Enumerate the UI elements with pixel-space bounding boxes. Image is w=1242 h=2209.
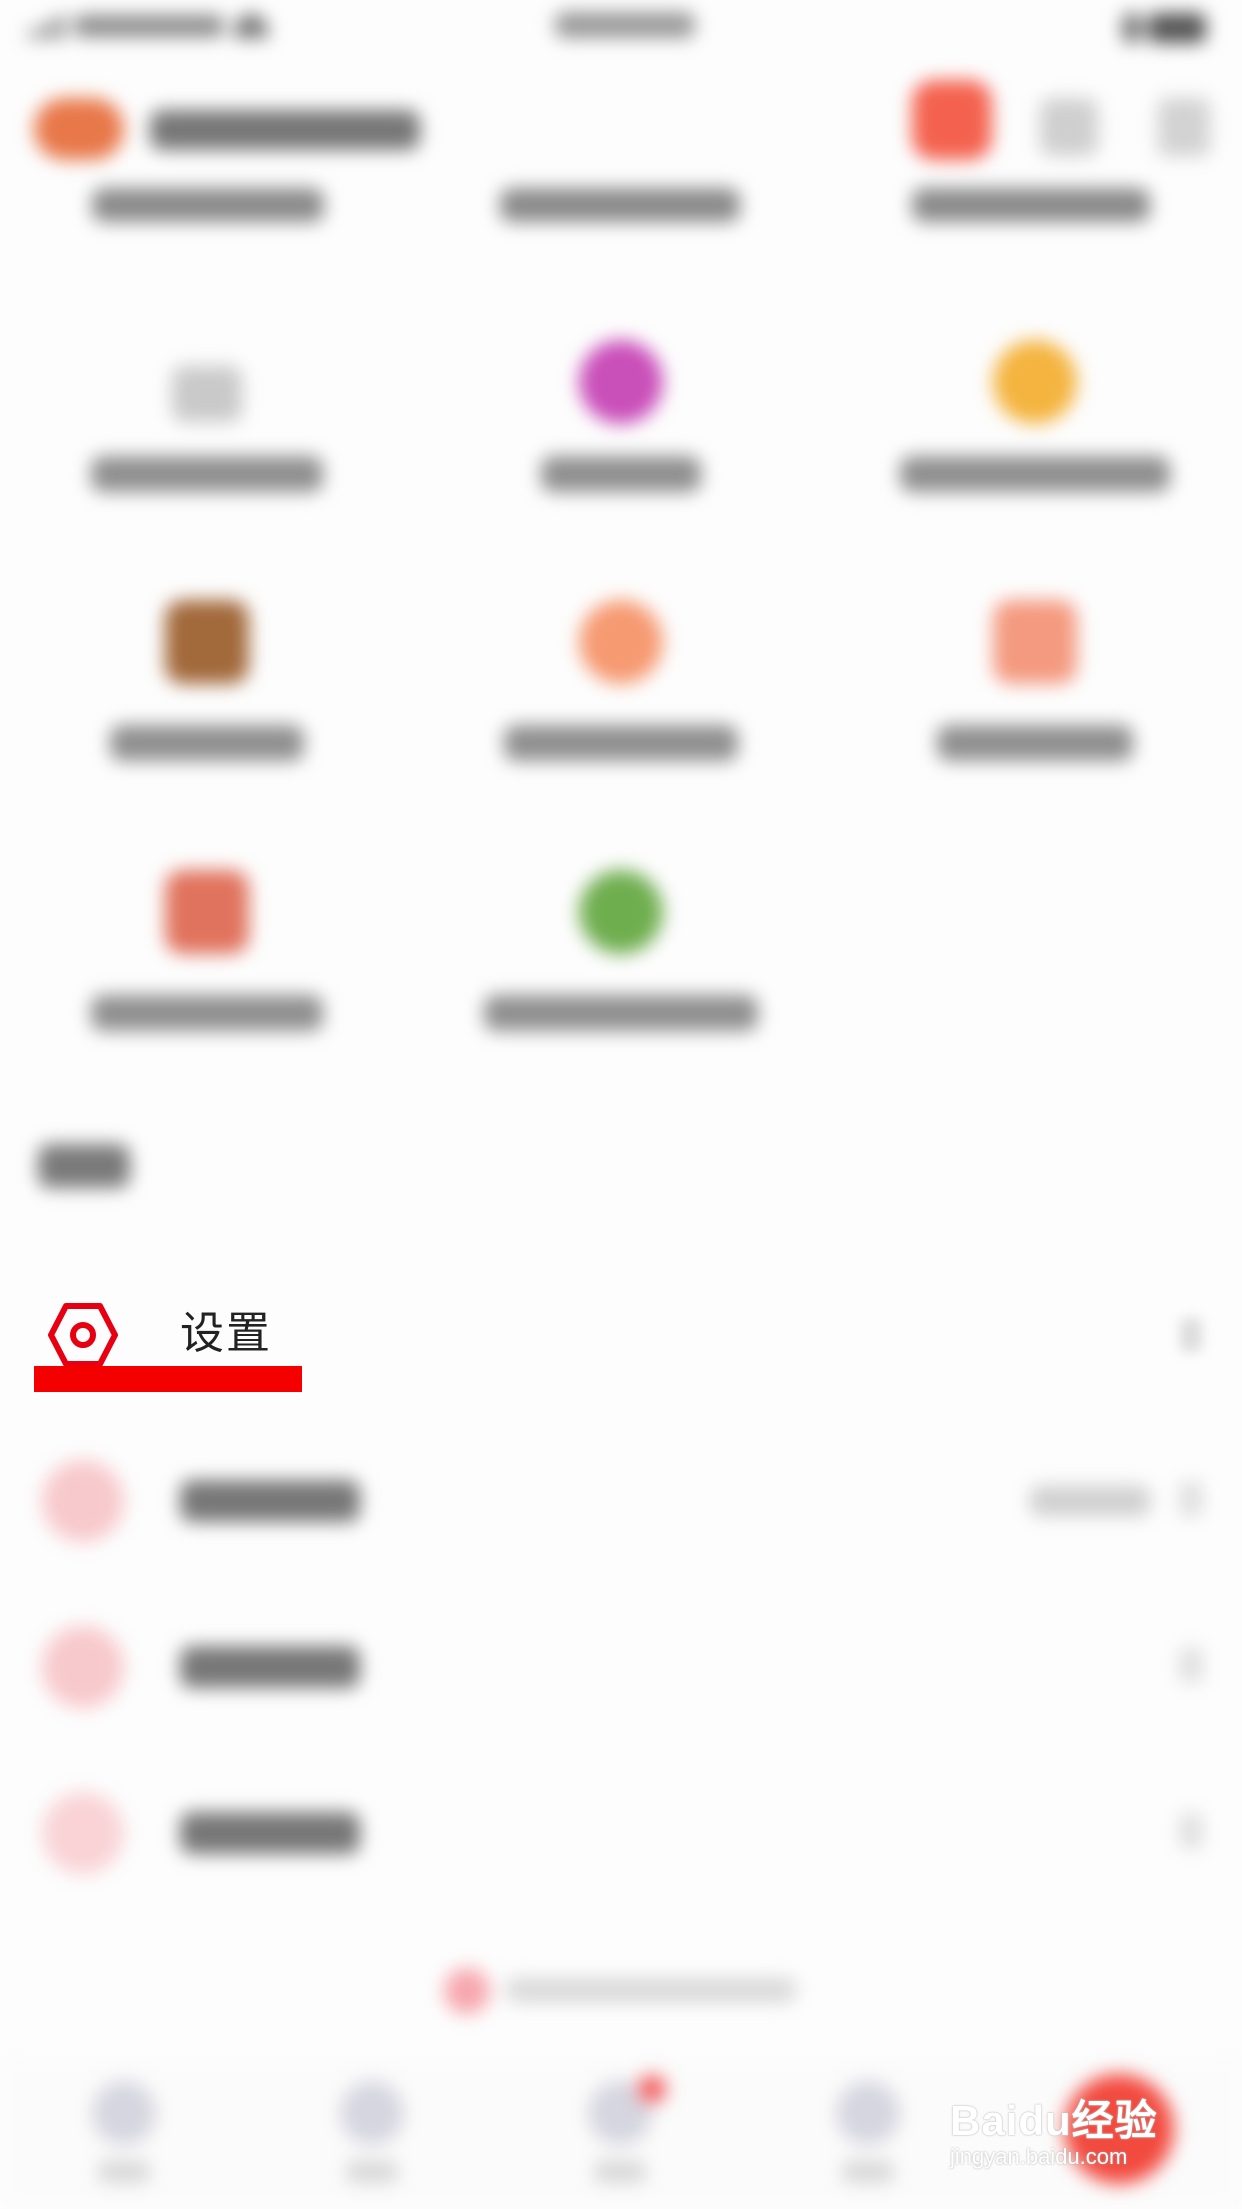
cart-icon [836, 2081, 900, 2145]
highlight-underline [34, 1366, 302, 1392]
footer-note [444, 1964, 804, 2014]
tab-label [594, 2161, 646, 2183]
store-name [150, 110, 420, 150]
wifi-icon [234, 14, 268, 38]
status-left [28, 10, 288, 42]
tab-home[interactable] [64, 2081, 184, 2201]
tab-label [98, 2161, 150, 2183]
list-item-icon [42, 1792, 124, 1874]
service-item[interactable] [828, 420, 1242, 761]
service-item[interactable] [828, 150, 1242, 492]
service-label [484, 995, 758, 1031]
home-icon [92, 2081, 156, 2145]
service-icon [172, 366, 242, 422]
watermark-url: jingyan.baidu.com [950, 2144, 1128, 2169]
section-title [38, 1144, 130, 1188]
list-item-label [180, 1480, 360, 1522]
service-icon [993, 600, 1077, 684]
tab-discover[interactable] [312, 2081, 432, 2201]
service-icon [993, 340, 1077, 424]
tab-cart[interactable] [808, 2081, 928, 2201]
service-label [91, 995, 323, 1031]
service-icon [579, 340, 663, 424]
tab-label [346, 2161, 398, 2183]
list-item[interactable] [0, 1762, 1242, 1892]
message-icon[interactable] [1040, 98, 1098, 156]
carrier-text [74, 15, 224, 37]
watermark: Baidu经验 jingyan.baidu.com [950, 2098, 1230, 2188]
service-icon [165, 870, 249, 954]
footer-text [506, 1978, 796, 2002]
chevron-right-icon [1180, 1814, 1202, 1848]
list-item[interactable] [0, 1430, 1242, 1560]
gift-icon[interactable] [912, 80, 992, 160]
service-item[interactable] [0, 150, 414, 492]
menu-icon[interactable] [1158, 98, 1210, 156]
chevron-right-icon [1180, 1318, 1202, 1352]
service-item[interactable] [414, 420, 828, 761]
discover-icon [340, 2081, 404, 2145]
list-item-label [180, 1646, 360, 1688]
settings-label: 设置 [180, 1308, 272, 1359]
service-item[interactable] [414, 150, 828, 492]
list-item-icon [42, 1626, 124, 1708]
list-item-icon [42, 1460, 124, 1542]
chevron-right-icon [1180, 1482, 1202, 1516]
notification-badge [638, 2075, 666, 2103]
service-item[interactable] [0, 690, 414, 1031]
list-item-meta [1030, 1486, 1150, 1516]
tab-messages[interactable] [560, 2081, 680, 2201]
footer-icon [444, 1968, 490, 2014]
status-bar [0, 0, 1242, 60]
service-item[interactable] [414, 690, 828, 1031]
list-item[interactable] [0, 1596, 1242, 1726]
status-time [555, 12, 695, 38]
list-item-label [180, 1812, 360, 1854]
service-icon [579, 870, 663, 954]
service-item[interactable] [0, 420, 414, 761]
gear-hexagon-icon [48, 1302, 118, 1368]
service-icon [165, 600, 249, 684]
service-label [937, 725, 1133, 761]
tab-label [842, 2161, 894, 2183]
service-icon [579, 600, 663, 684]
signal-icon [28, 13, 64, 39]
battery-icon [1122, 10, 1212, 46]
chevron-right-icon [1180, 1648, 1202, 1682]
watermark-logo: Baidu经验 [950, 2097, 1158, 2144]
